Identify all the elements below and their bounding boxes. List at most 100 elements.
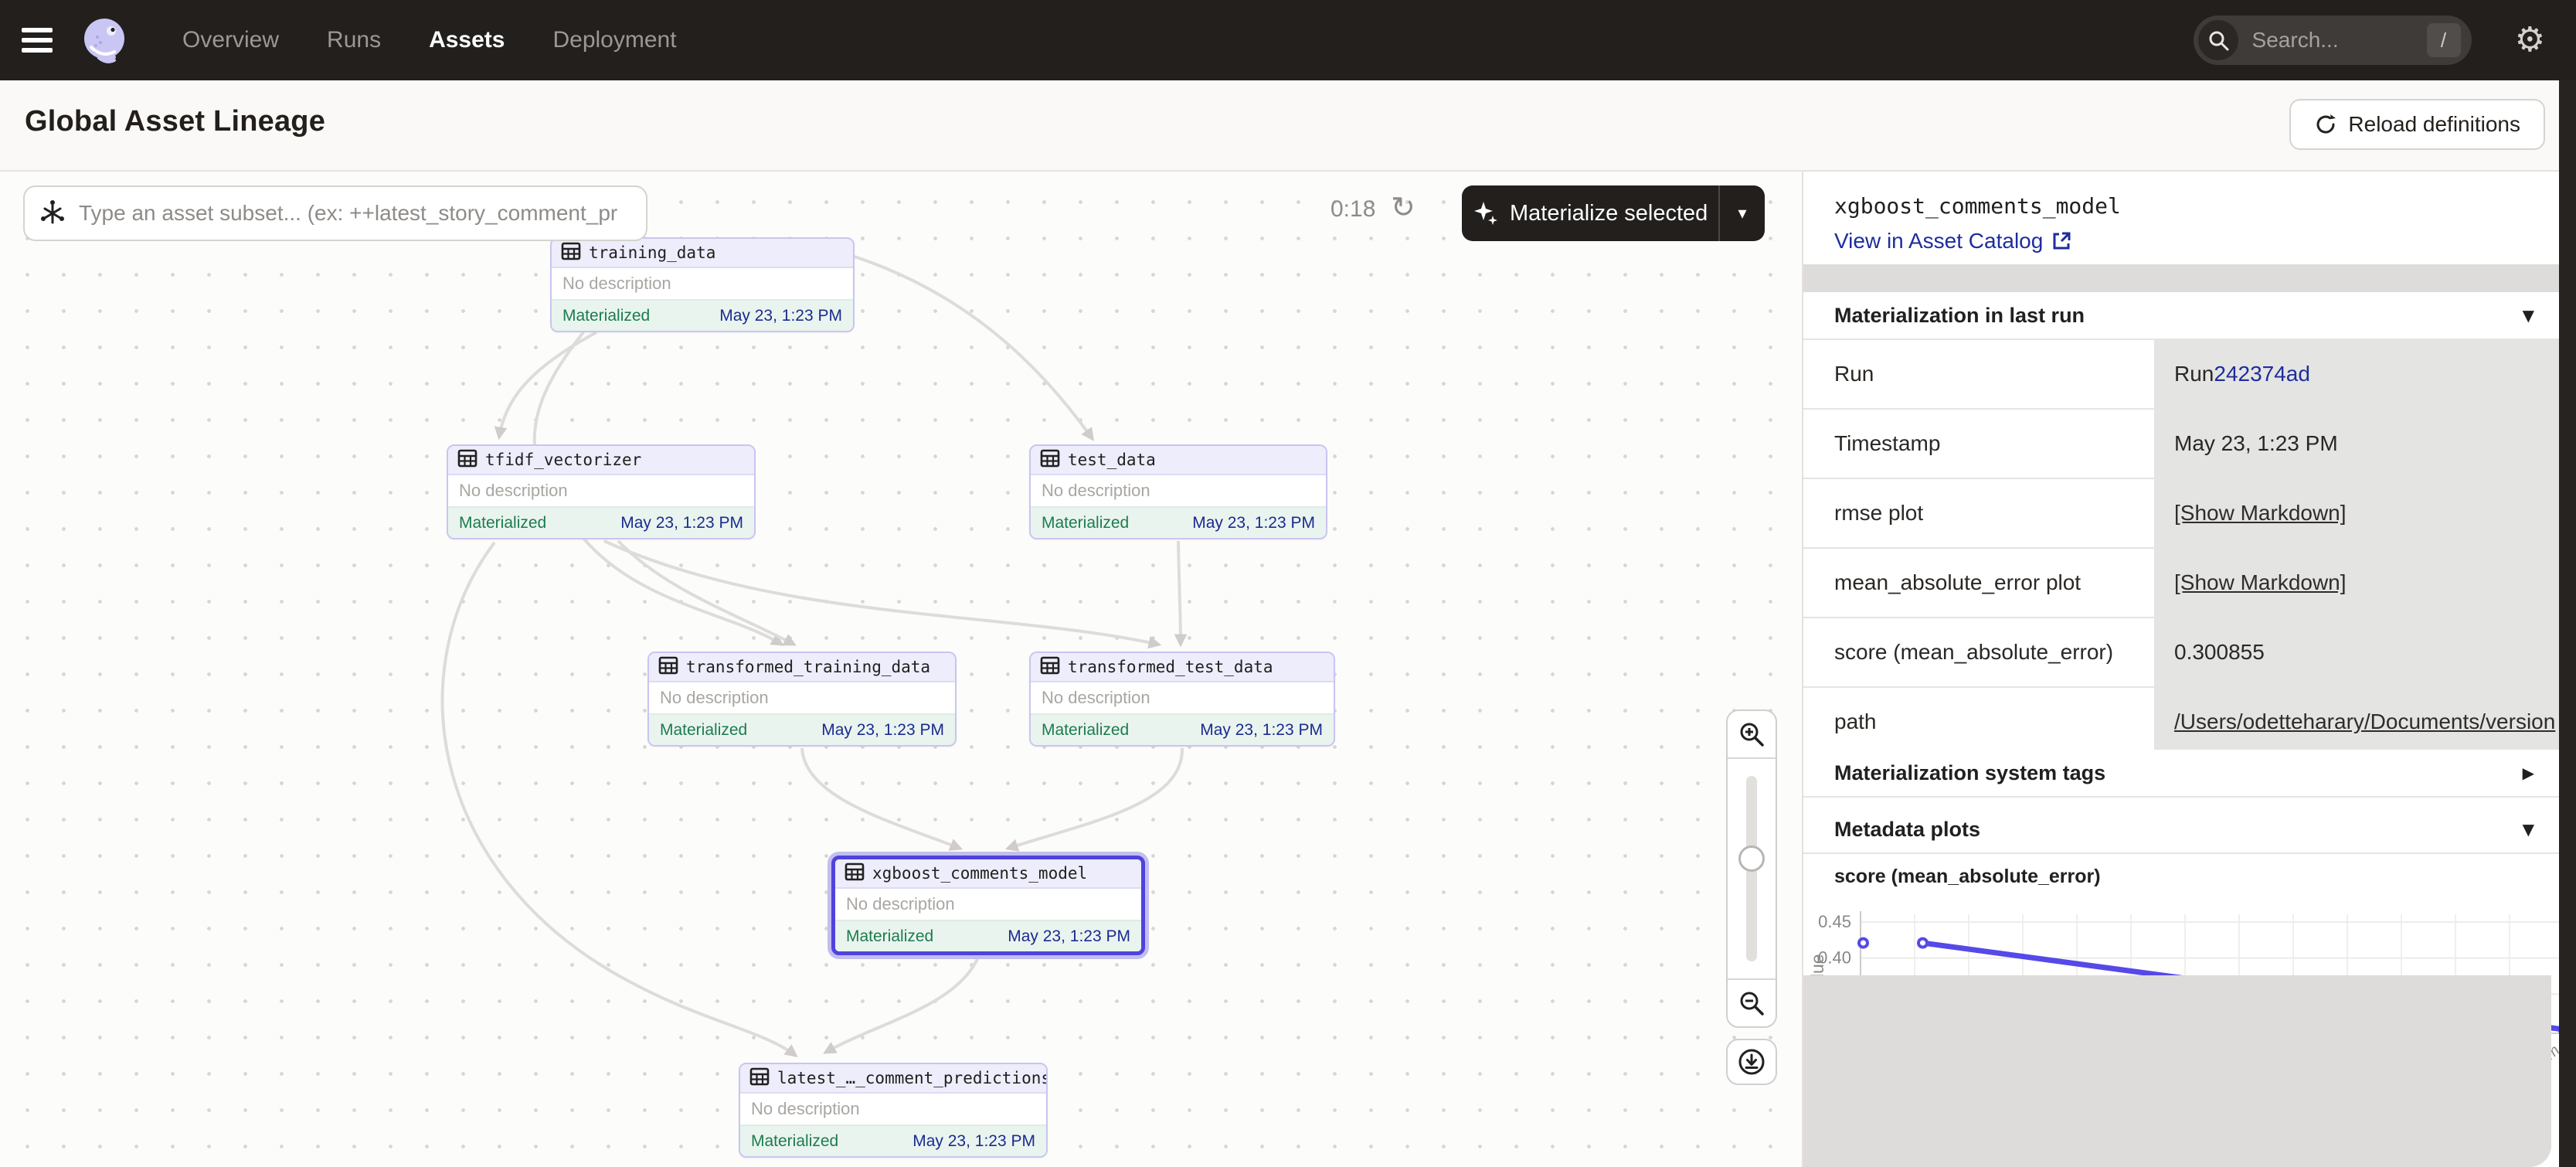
metadata-value: May 23, 1:23 PM (2154, 410, 2559, 478)
asset-node-description: No description (740, 1094, 1046, 1124)
asset-node-name: transformed_test_data (1068, 658, 1273, 676)
asset-node-header: training_data (552, 239, 853, 268)
asset-node-name: transformed_training_data (686, 658, 930, 676)
materialize-selected-button[interactable]: Materialize selected ▾ (1462, 185, 1765, 241)
asset-node-header: xgboost_comments_model (835, 859, 1141, 889)
status-badge: Materialized (660, 721, 747, 740)
materialization-timestamp: May 23, 1:23 PM (912, 1132, 1035, 1151)
data-point (1918, 939, 1927, 948)
metadata-value[interactable]: Run 242374ad (2154, 340, 2559, 408)
metadata-value[interactable]: [Show Markdown] (2154, 479, 2559, 547)
dagster-app: Overview Runs Assets Deployment Search... /… (0, 0, 2576, 1167)
nav-item-overview[interactable]: Overview (182, 27, 279, 53)
asset-node-name: latest_…_comment_predictions (777, 1069, 1048, 1087)
asset-subset-filter-input[interactable]: Type an asset subset... (ex: ++latest_st… (23, 185, 647, 241)
metadata-row-mean-absolute-error-plot: mean_absolute_error plot [Show Markdown] (1803, 549, 2559, 618)
asset-node-name: test_data (1068, 451, 1156, 469)
asset-node-xgboost_comments_model[interactable]: xgboost_comments_model No description Mate… (831, 856, 1145, 955)
section-metadata-plots[interactable]: Metadata plots ▼ (1803, 806, 2559, 854)
table-icon (845, 862, 865, 886)
score-chart: 1:20:36 p.m.1:20:48 p.m.1:21:00 p.m.1:21… (1803, 898, 2559, 1167)
status-badge: Materialized (459, 514, 546, 532)
asset-lineage-graph[interactable]: training_data No description Materialized M… (0, 172, 1802, 1167)
page-title: Global Asset Lineage (25, 105, 325, 138)
nav-item-deployment[interactable]: Deployment (552, 27, 676, 53)
edge-transformed_training_data-to-xgboost_comments_model (802, 748, 960, 849)
asset-subset-icon (37, 198, 68, 229)
asset-node-status-row: Materialized May 23, 1:23 PM (1031, 506, 1326, 538)
asset-node-description: No description (835, 889, 1141, 920)
asset-node-header: transformed_test_data (1031, 653, 1334, 682)
zoom-controls (1726, 709, 1777, 1028)
refresh-icon[interactable]: ↻ (1391, 190, 1415, 224)
view-in-asset-catalog-link[interactable]: View in Asset Catalog (1834, 229, 2072, 253)
edge-test_data-to-transformed_test_data (1178, 541, 1181, 645)
primary-nav: Overview Runs Assets Deployment (182, 27, 677, 53)
refresh-timer: 0:18 (1330, 196, 1375, 223)
search-placeholder: Search... (2252, 28, 2339, 53)
asset-node-transformed_test_data[interactable]: transformed_test_dataNo descriptionMater… (1029, 652, 1335, 747)
section-materialization-last-run[interactable]: Materialization in last run ▼ (1803, 292, 2559, 340)
metadata-link[interactable]: [Show Markdown] (2174, 570, 2347, 595)
materialization-timestamp: May 23, 1:23 PM (1008, 927, 1130, 946)
edge-training_data-to-test_data (855, 257, 1093, 439)
asset-node-description: No description (552, 268, 853, 299)
search-input[interactable]: Search... / (2194, 15, 2472, 65)
metadata-plot-title: score (mean_absolute_error) (1834, 866, 2101, 888)
asset-node-tfidf_vectorizer[interactable]: tfidf_vectorizerNo descriptionMaterializ… (447, 444, 756, 539)
status-badge: Materialized (846, 927, 933, 946)
table-icon (561, 241, 581, 265)
metadata-value[interactable]: [Show Markdown] (2154, 549, 2559, 617)
metadata-table: RunRun 242374adTimestampMay 23, 1:23 PMr… (1803, 340, 2559, 757)
dagster-logo-icon[interactable] (80, 16, 128, 64)
asset-node-test_data[interactable]: test_dataNo descriptionMaterializedMay 2… (1029, 444, 1327, 539)
status-badge: Materialized (1042, 514, 1129, 532)
metadata-value[interactable]: /Users/odetteharary/Documents/version (2154, 688, 2559, 756)
caret-right-icon: ▶ (2523, 764, 2534, 782)
vertical-scrollbar[interactable] (2559, 80, 2576, 1167)
hamburger-menu-icon[interactable] (22, 28, 53, 53)
search-icon (2198, 20, 2238, 60)
asset-node-header: test_data (1031, 446, 1326, 475)
metadata-row-timestamp: TimestampMay 23, 1:23 PM (1803, 410, 2559, 479)
gear-icon[interactable]: ⚙ (2515, 23, 2545, 57)
materialization-timestamp: May 23, 1:23 PM (821, 721, 944, 740)
download-view-button[interactable] (1726, 1039, 1777, 1085)
zoom-in-button[interactable] (1728, 711, 1776, 757)
materialization-timestamp: May 23, 1:23 PM (1192, 514, 1315, 532)
asset-node-description: No description (1031, 682, 1334, 713)
asset-node-transformed_training_data[interactable]: transformed_training_dataNo descriptionM… (647, 652, 957, 747)
page-header: Global Asset Lineage Reload definitions (0, 80, 2576, 172)
table-icon (658, 655, 678, 679)
asset-node-name: xgboost_comments_model (872, 864, 1087, 883)
metadata-label: mean_absolute_error plot (1803, 549, 2149, 617)
zoom-out-button[interactable] (1728, 980, 1776, 1026)
reload-definitions-button[interactable]: Reload definitions (2289, 99, 2545, 150)
asset-node-name: training_data (589, 243, 715, 262)
asset-node-name: tfidf_vectorizer (485, 451, 641, 469)
materialize-dropdown-caret[interactable]: ▾ (1720, 204, 1765, 223)
metadata-label: Run (1803, 340, 2149, 408)
metadata-label: score (mean_absolute_error) (1803, 618, 2149, 686)
asset-name: xgboost_comments_model (1834, 193, 2121, 219)
nav-item-runs[interactable]: Runs (327, 27, 381, 53)
status-badge: Materialized (1042, 721, 1129, 740)
metadata-link[interactable]: [Show Markdown] (2174, 501, 2347, 526)
nav-item-assets[interactable]: Assets (429, 27, 505, 53)
asset-node-status-row: MaterializedMay 23, 1:23 PM (1031, 713, 1334, 745)
asset-node-header: latest_…_comment_predictions (740, 1064, 1046, 1094)
section-materialization-system-tags[interactable]: Materialization system tags ▶ (1803, 750, 2559, 798)
zoom-slider-handle[interactable] (1738, 845, 1765, 872)
table-icon (457, 448, 477, 472)
metadata-value: 0.300855 (2154, 618, 2559, 686)
caret-down-icon: ▼ (2523, 820, 2534, 839)
refresh-icon (2314, 113, 2337, 136)
run-id-link[interactable]: 242374ad (2214, 362, 2310, 386)
asset-node-status-row: MaterializedMay 23, 1:23 PM (740, 1124, 1046, 1156)
search-shortcut-badge: / (2427, 23, 2461, 57)
metadata-link[interactable]: /Users/odetteharary/Documents/version (2174, 709, 2555, 734)
asset-node-latest_…_comment_predictions[interactable]: latest_…_comment_predictions No descripti… (739, 1063, 1048, 1158)
asset-node-status-row: MaterializedMay 23, 1:23 PM (448, 506, 754, 538)
chart-background-card (1803, 975, 2551, 1167)
asset-node-training_data[interactable]: training_dataNo descriptionMaterializedM… (550, 237, 855, 332)
